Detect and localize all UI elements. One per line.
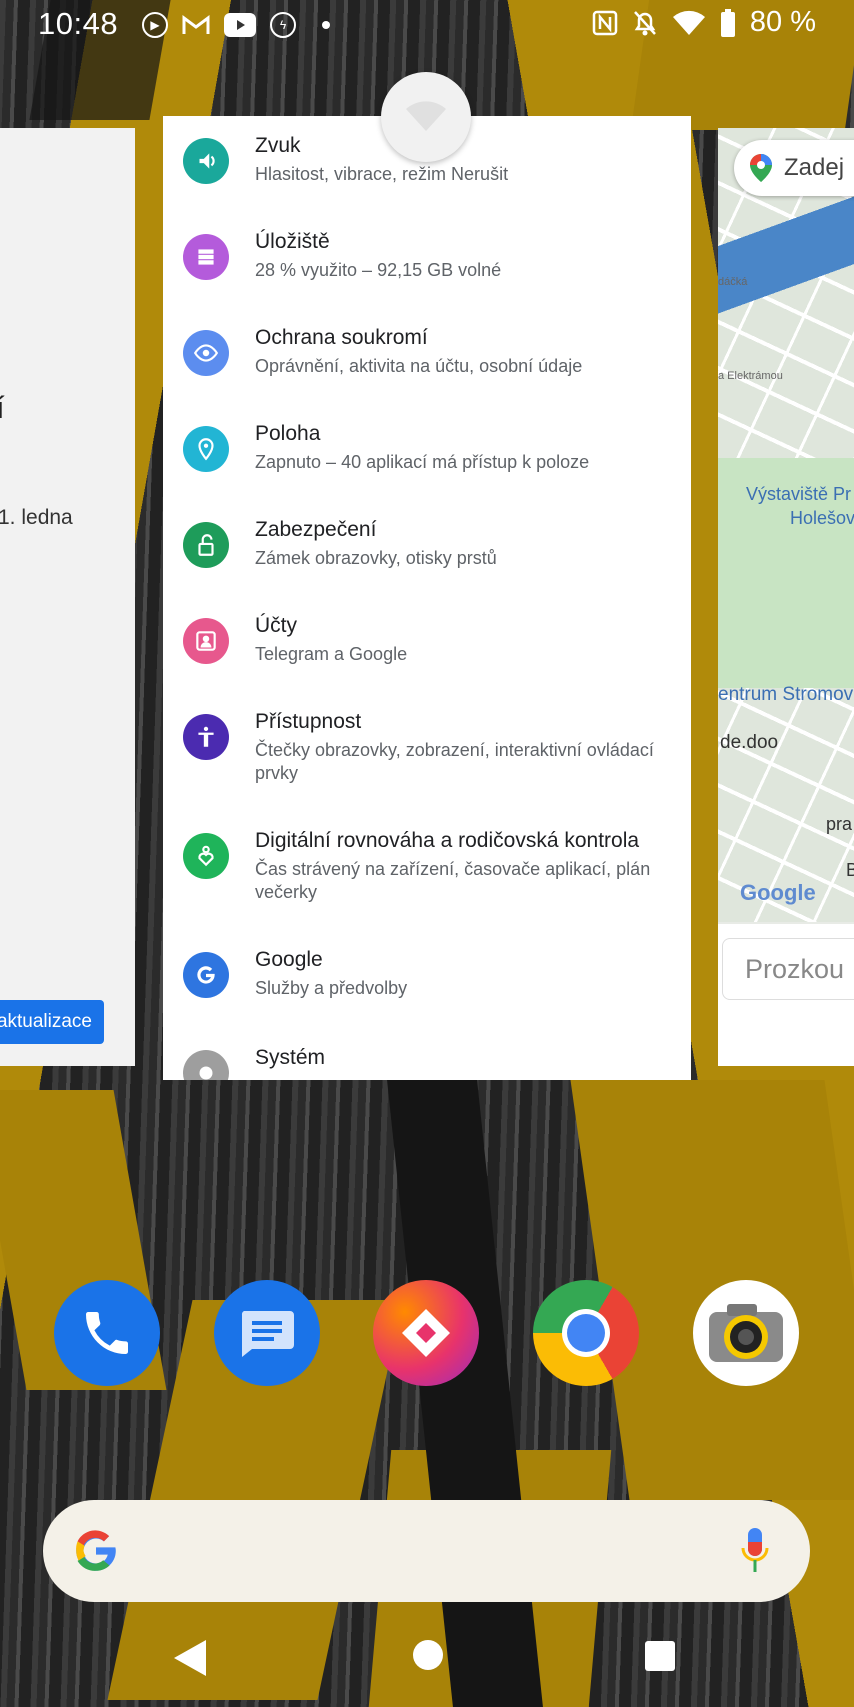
settings-item-subtitle: Zámek obrazovky, otisky prstů xyxy=(255,548,497,568)
phone-app[interactable] xyxy=(54,1280,160,1386)
map-label: Výstaviště Pr xyxy=(746,484,852,504)
card-text-fragment: í xyxy=(0,390,5,425)
phone-icon xyxy=(86,1312,128,1354)
map-label: entrum Stromov xyxy=(718,684,854,705)
settings-item[interactable]: Digitální rovnováha a rodičovská kontrol… xyxy=(163,829,691,923)
settings-item[interactable]: Ochrana soukromí Oprávnění, aktivita na ú… xyxy=(163,326,691,420)
maps-search-text: Zadej xyxy=(784,154,845,181)
bell-off-icon xyxy=(633,10,656,35)
map-view[interactable]: Zadej dáčká a Elektrámou Výstaviště Pr H… xyxy=(718,128,854,922)
map-label: de.doo xyxy=(720,732,779,753)
accessibility-icon xyxy=(183,714,229,760)
map-label: a Elektrámou xyxy=(718,370,783,382)
map-label: Holešov xyxy=(790,508,854,528)
settings-item-subtitle: Čas strávený na zařízení, časovače aplik… xyxy=(255,859,651,902)
settings-item-subtitle: Oprávnění, aktivita na účtu, osobní údaj… xyxy=(255,356,583,376)
update-button[interactable]: aktualizace xyxy=(0,1000,104,1044)
settings-item[interactable]: Systém xyxy=(163,1046,691,1080)
dot-icon xyxy=(322,21,330,29)
chrome-app[interactable] xyxy=(533,1280,639,1386)
maps-pin-icon xyxy=(750,154,772,182)
settings-item[interactable]: Zabezpečení Zámek obrazovky, otisky prstů xyxy=(163,518,691,612)
settings-item-subtitle: Zapnuto – 40 aplikací má přístup k poloz… xyxy=(255,452,590,472)
chrome-icon xyxy=(562,1309,610,1357)
settings-item[interactable]: Přístupnost Čtečky obrazovky, zobrazení, … xyxy=(163,710,691,804)
settings-item-title: Google xyxy=(255,948,323,971)
maps-search-box[interactable]: Zadej xyxy=(734,140,854,196)
storage-icon xyxy=(183,234,229,280)
settings-item-title: Zvuk xyxy=(255,134,301,157)
google-g-icon xyxy=(76,1530,117,1571)
system-icon xyxy=(183,1050,229,1080)
recent-app-card-left[interactable]: í 1. ledna aktualizace xyxy=(0,128,135,1066)
settings-item-title: Přístupnost xyxy=(255,710,362,733)
settings-item-title: Úložiště xyxy=(255,230,330,253)
card-date-fragment: 1. ledna xyxy=(0,506,73,529)
messages-icon xyxy=(241,1311,294,1357)
recent-app-card-settings[interactable]: Zvuk Hlasitost, vibrace, režim Nerušit Úlo… xyxy=(163,116,691,1080)
navigation-bar xyxy=(0,1620,854,1707)
floating-wifi-button[interactable] xyxy=(381,72,471,162)
settings-item-title: Digitální rovnováha a rodičovská kontrol… xyxy=(255,829,640,852)
home-icon[interactable] xyxy=(413,1640,443,1670)
battery-icon xyxy=(720,8,735,37)
unlock-icon xyxy=(183,522,229,568)
account-box-icon xyxy=(183,618,229,664)
bolt-circle-icon: ϟ xyxy=(270,12,296,38)
privacy-eye-icon xyxy=(183,330,229,376)
settings-item-title: Účty xyxy=(255,614,297,637)
diamond-app-icon xyxy=(402,1309,450,1357)
google-search-bar[interactable] xyxy=(43,1500,810,1602)
gmail-icon xyxy=(182,15,210,34)
youtube-icon xyxy=(224,13,256,37)
status-time: 10:48 xyxy=(38,6,119,41)
volume-icon xyxy=(183,138,229,184)
messages-app[interactable] xyxy=(214,1280,320,1386)
wellbeing-heart-icon xyxy=(183,833,229,879)
back-icon[interactable] xyxy=(174,1640,206,1676)
camera-icon xyxy=(709,1304,783,1362)
settings-item-subtitle: 28 % využito – 92,15 GB volné xyxy=(255,260,502,280)
map-label: B xyxy=(846,860,854,880)
mic-icon[interactable] xyxy=(740,1526,770,1576)
settings-item-title: Zabezpečení xyxy=(255,518,377,541)
settings-item-subtitle: Čtečky obrazovky, zobrazení, interaktivn… xyxy=(255,740,654,783)
map-label: pra xyxy=(826,814,853,834)
settings-item-subtitle: Hlasitost, vibrace, režim Nerušit xyxy=(255,164,509,184)
camera-app[interactable] xyxy=(693,1280,799,1386)
settings-item-subtitle: Telegram a Google xyxy=(255,644,408,664)
map-label: dáčká xyxy=(718,276,748,288)
settings-item-title: Poloha xyxy=(255,422,321,445)
diamond-app[interactable] xyxy=(373,1280,479,1386)
app-dock xyxy=(0,1280,854,1388)
recent-app-card-maps[interactable]: Zadej dáčká a Elektrámou Výstaviště Pr H… xyxy=(718,128,854,1066)
play-circle-icon: ▶ xyxy=(142,12,168,38)
settings-item[interactable]: Google Služby a předvolby xyxy=(163,948,691,1042)
explore-input[interactable]: Prozkou xyxy=(722,938,854,1000)
settings-item[interactable]: Účty Telegram a Google xyxy=(163,614,691,708)
wifi-icon xyxy=(406,101,446,131)
wifi-icon xyxy=(672,10,705,35)
maps-explore-panel[interactable]: Prozkou xyxy=(718,924,854,1066)
location-pin-icon xyxy=(183,426,229,472)
google-g-icon xyxy=(183,952,229,998)
nfc-icon xyxy=(592,10,618,35)
settings-item[interactable]: Poloha Zapnuto – 40 aplikací má přístup k… xyxy=(163,422,691,516)
settings-item-subtitle: Služby a předvolby xyxy=(255,978,408,998)
google-maps-logo: Google xyxy=(740,880,816,905)
settings-item[interactable]: Úložiště 28 % využito – 92,15 GB volné xyxy=(163,230,691,324)
status-bar: 10:48 ▶ ϟ 80 % xyxy=(0,0,854,52)
settings-item-title: Systém xyxy=(255,1046,326,1069)
settings-item-title: Ochrana soukromí xyxy=(255,326,428,349)
battery-percent: 80 % xyxy=(749,6,816,38)
recents-icon[interactable] xyxy=(645,1641,675,1671)
